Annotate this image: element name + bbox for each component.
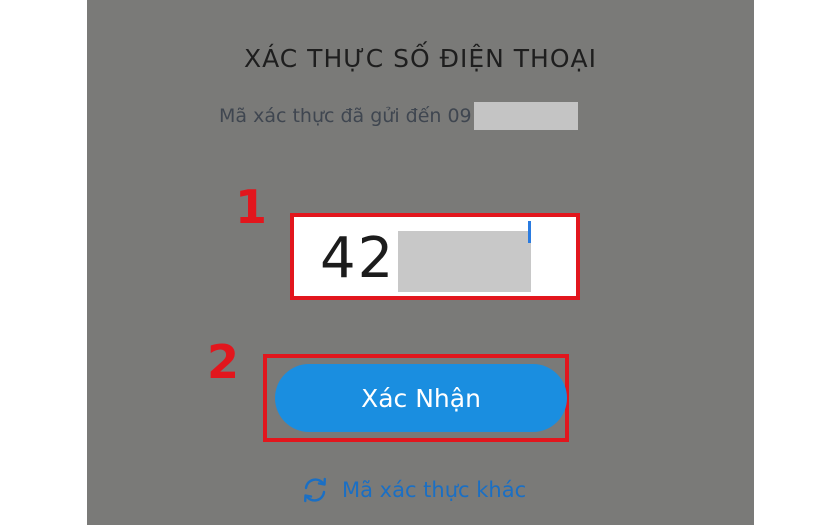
annotation-marker-2: 2 xyxy=(207,335,240,389)
verification-subtitle: Mã xác thực đã gửi đến 09 xyxy=(219,102,578,130)
confirm-button[interactable]: Xác Nhận xyxy=(275,364,567,432)
other-code-label: Mã xác thực khác xyxy=(342,478,527,502)
text-caret xyxy=(528,221,531,243)
page-title: XÁC THỰC SỐ ĐIỆN THOẠI xyxy=(243,44,598,73)
annotation-marker-1: 1 xyxy=(235,180,268,234)
masked-phone-number xyxy=(473,102,578,130)
subtitle-text: Mã xác thực đã gửi đến 09 xyxy=(219,105,472,127)
other-code-link[interactable]: Mã xác thực khác xyxy=(300,474,526,506)
refresh-icon xyxy=(304,477,326,503)
code-input-highlight: 428 xyxy=(290,213,580,300)
masked-code-digits xyxy=(398,231,531,292)
